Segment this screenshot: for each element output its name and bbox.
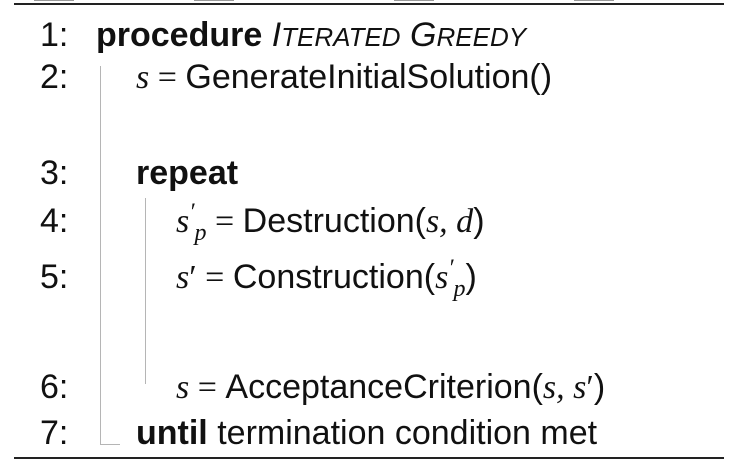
repeat-keyword: repeat [136, 154, 239, 192]
procedure-name: ITERATED GREEDY [271, 16, 527, 54]
construction-statement: s′ = Construction(s′p) [176, 255, 477, 302]
procedure-end-hook [100, 444, 120, 445]
line-number: 1: [40, 16, 69, 54]
acceptance-statement: s = AcceptanceCriterion(s, s′) [176, 368, 606, 406]
until-statement: until termination condition met [136, 414, 598, 452]
line-number: 2: [40, 58, 69, 96]
procedure-indent-guide [100, 66, 101, 444]
line-number: 4: [40, 202, 69, 240]
initial-solution-statement: s = GenerateInitialSolution() [136, 58, 553, 96]
until-keyword: until [136, 414, 208, 452]
algorithm-block: 1: procedure ITERATED GREEDY 2: s = Gene… [0, 0, 738, 473]
procedure-keyword: procedure [96, 16, 263, 54]
destruction-statement: s′p = Destruction(s, d) [176, 199, 485, 246]
line-number: 6: [40, 368, 69, 406]
bottom-rule [14, 457, 724, 459]
top-rule [14, 3, 724, 5]
line-number: 5: [40, 258, 69, 296]
line-number: 7: [40, 414, 69, 452]
line-number: 3: [40, 154, 69, 192]
repeat-indent-guide [145, 198, 146, 384]
